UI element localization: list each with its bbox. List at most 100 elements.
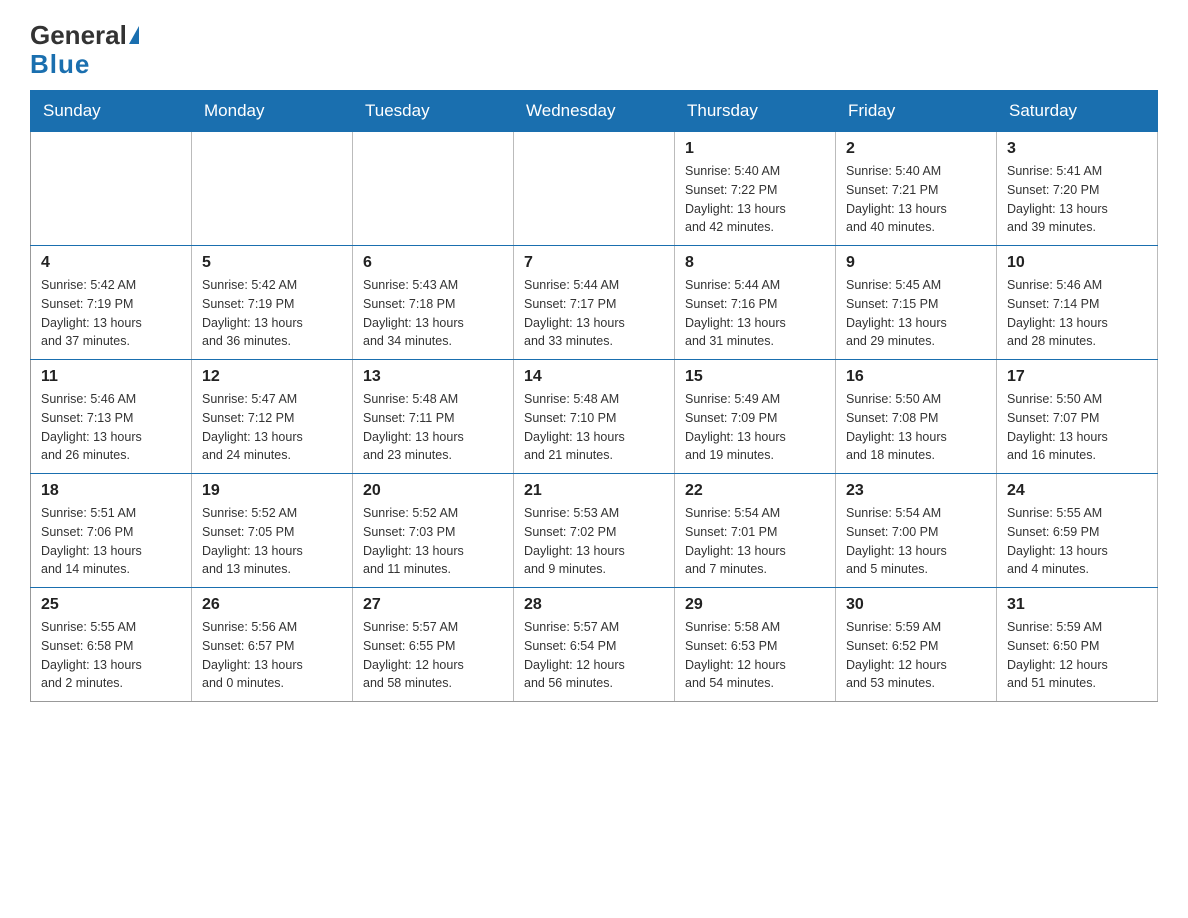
calendar-empty-cell <box>31 132 192 246</box>
weekday-header-friday: Friday <box>836 91 997 132</box>
day-number: 31 <box>1007 596 1147 614</box>
calendar-day-30: 30 Sunrise: 5:59 AMSunset: 6:52 PMDayligh… <box>836 588 997 702</box>
weekday-header-wednesday: Wednesday <box>514 91 675 132</box>
day-info: Sunrise: 5:53 AMSunset: 7:02 PMDaylight:… <box>524 504 664 579</box>
calendar-day-23: 23 Sunrise: 5:54 AMSunset: 7:00 PMDayligh… <box>836 474 997 588</box>
weekday-header-sunday: Sunday <box>31 91 192 132</box>
calendar-day-27: 27 Sunrise: 5:57 AMSunset: 6:55 PMDayligh… <box>353 588 514 702</box>
day-number: 8 <box>685 254 825 272</box>
calendar-day-19: 19 Sunrise: 5:52 AMSunset: 7:05 PMDayligh… <box>192 474 353 588</box>
calendar-day-12: 12 Sunrise: 5:47 AMSunset: 7:12 PMDayligh… <box>192 360 353 474</box>
day-number: 18 <box>41 482 181 500</box>
day-info: Sunrise: 5:57 AMSunset: 6:55 PMDaylight:… <box>363 618 503 693</box>
calendar-week-row: 11Sunrise: 5:46 AMSunset: 7:13 PMDayligh… <box>31 360 1158 474</box>
calendar-empty-cell <box>514 132 675 246</box>
day-number: 22 <box>685 482 825 500</box>
calendar-table: SundayMondayTuesdayWednesdayThursdayFrid… <box>30 90 1158 702</box>
calendar-day-8: 8 Sunrise: 5:44 AMSunset: 7:16 PMDaylight… <box>675 246 836 360</box>
calendar-day-5: 5 Sunrise: 5:42 AMSunset: 7:19 PMDaylight… <box>192 246 353 360</box>
calendar-day-21: 21Sunrise: 5:53 AMSunset: 7:02 PMDayligh… <box>514 474 675 588</box>
calendar-day-10: 10Sunrise: 5:46 AMSunset: 7:14 PMDayligh… <box>997 246 1158 360</box>
calendar-day-29: 29Sunrise: 5:58 AMSunset: 6:53 PMDayligh… <box>675 588 836 702</box>
day-info: Sunrise: 5:48 AMSunset: 7:10 PMDaylight:… <box>524 390 664 465</box>
weekday-header-monday: Monday <box>192 91 353 132</box>
calendar-day-25: 25 Sunrise: 5:55 AMSunset: 6:58 PMDayligh… <box>31 588 192 702</box>
calendar-day-17: 17 Sunrise: 5:50 AMSunset: 7:07 PMDayligh… <box>997 360 1158 474</box>
day-number: 30 <box>846 596 986 614</box>
day-number: 28 <box>524 596 664 614</box>
day-info: Sunrise: 5:40 AMSunset: 7:21 PMDaylight:… <box>846 162 986 237</box>
day-number: 4 <box>41 254 181 272</box>
calendar-header-row: SundayMondayTuesdayWednesdayThursdayFrid… <box>31 91 1158 132</box>
calendar-week-row: 1Sunrise: 5:40 AMSunset: 7:22 PMDaylight… <box>31 132 1158 246</box>
day-number: 17 <box>1007 368 1147 386</box>
day-info: Sunrise: 5:57 AMSunset: 6:54 PMDaylight:… <box>524 618 664 693</box>
day-info: Sunrise: 5:52 AMSunset: 7:05 PMDaylight:… <box>202 504 342 579</box>
day-number: 7 <box>524 254 664 272</box>
calendar-day-7: 7 Sunrise: 5:44 AMSunset: 7:17 PMDaylight… <box>514 246 675 360</box>
day-info: Sunrise: 5:50 AMSunset: 7:08 PMDaylight:… <box>846 390 986 465</box>
calendar-day-14: 14Sunrise: 5:48 AMSunset: 7:10 PMDayligh… <box>514 360 675 474</box>
calendar-day-18: 18 Sunrise: 5:51 AMSunset: 7:06 PMDayligh… <box>31 474 192 588</box>
calendar-day-9: 9Sunrise: 5:45 AMSunset: 7:15 PMDaylight… <box>836 246 997 360</box>
day-info: Sunrise: 5:40 AMSunset: 7:22 PMDaylight:… <box>685 162 825 237</box>
day-info: Sunrise: 5:54 AMSunset: 7:01 PMDaylight:… <box>685 504 825 579</box>
day-info: Sunrise: 5:50 AMSunset: 7:07 PMDaylight:… <box>1007 390 1147 465</box>
day-number: 6 <box>363 254 503 272</box>
logo: General Blue <box>30 20 139 80</box>
day-info: Sunrise: 5:55 AMSunset: 6:58 PMDaylight:… <box>41 618 181 693</box>
day-number: 24 <box>1007 482 1147 500</box>
day-info: Sunrise: 5:41 AMSunset: 7:20 PMDaylight:… <box>1007 162 1147 237</box>
day-number: 29 <box>685 596 825 614</box>
calendar-empty-cell <box>192 132 353 246</box>
day-info: Sunrise: 5:44 AMSunset: 7:16 PMDaylight:… <box>685 276 825 351</box>
day-info: Sunrise: 5:47 AMSunset: 7:12 PMDaylight:… <box>202 390 342 465</box>
day-number: 13 <box>363 368 503 386</box>
calendar-day-16: 16 Sunrise: 5:50 AMSunset: 7:08 PMDayligh… <box>836 360 997 474</box>
calendar-day-4: 4Sunrise: 5:42 AMSunset: 7:19 PMDaylight… <box>31 246 192 360</box>
day-info: Sunrise: 5:59 AMSunset: 6:50 PMDaylight:… <box>1007 618 1147 693</box>
page-header: General Blue <box>30 20 1158 80</box>
calendar-day-15: 15Sunrise: 5:49 AMSunset: 7:09 PMDayligh… <box>675 360 836 474</box>
calendar-day-20: 20 Sunrise: 5:52 AMSunset: 7:03 PMDayligh… <box>353 474 514 588</box>
calendar-day-24: 24 Sunrise: 5:55 AMSunset: 6:59 PMDayligh… <box>997 474 1158 588</box>
calendar-day-22: 22 Sunrise: 5:54 AMSunset: 7:01 PMDayligh… <box>675 474 836 588</box>
day-info: Sunrise: 5:52 AMSunset: 7:03 PMDaylight:… <box>363 504 503 579</box>
day-number: 12 <box>202 368 342 386</box>
calendar-day-1: 1Sunrise: 5:40 AMSunset: 7:22 PMDaylight… <box>675 132 836 246</box>
day-number: 19 <box>202 482 342 500</box>
day-info: Sunrise: 5:51 AMSunset: 7:06 PMDaylight:… <box>41 504 181 579</box>
day-number: 16 <box>846 368 986 386</box>
calendar-day-6: 6 Sunrise: 5:43 AMSunset: 7:18 PMDaylight… <box>353 246 514 360</box>
day-number: 23 <box>846 482 986 500</box>
day-info: Sunrise: 5:54 AMSunset: 7:00 PMDaylight:… <box>846 504 986 579</box>
weekday-header-saturday: Saturday <box>997 91 1158 132</box>
calendar-day-28: 28 Sunrise: 5:57 AMSunset: 6:54 PMDayligh… <box>514 588 675 702</box>
day-info: Sunrise: 5:42 AMSunset: 7:19 PMDaylight:… <box>202 276 342 351</box>
day-info: Sunrise: 5:43 AMSunset: 7:18 PMDaylight:… <box>363 276 503 351</box>
logo-triangle-icon <box>129 26 139 44</box>
day-number: 5 <box>202 254 342 272</box>
calendar-day-2: 2 Sunrise: 5:40 AMSunset: 7:21 PMDaylight… <box>836 132 997 246</box>
calendar-day-3: 3 Sunrise: 5:41 AMSunset: 7:20 PMDaylight… <box>997 132 1158 246</box>
day-number: 25 <box>41 596 181 614</box>
day-info: Sunrise: 5:45 AMSunset: 7:15 PMDaylight:… <box>846 276 986 351</box>
day-number: 20 <box>363 482 503 500</box>
logo-general: General <box>30 20 127 51</box>
day-info: Sunrise: 5:59 AMSunset: 6:52 PMDaylight:… <box>846 618 986 693</box>
day-number: 2 <box>846 140 986 158</box>
day-number: 27 <box>363 596 503 614</box>
calendar-week-row: 25 Sunrise: 5:55 AMSunset: 6:58 PMDayligh… <box>31 588 1158 702</box>
calendar-day-11: 11Sunrise: 5:46 AMSunset: 7:13 PMDayligh… <box>31 360 192 474</box>
day-info: Sunrise: 5:55 AMSunset: 6:59 PMDaylight:… <box>1007 504 1147 579</box>
day-info: Sunrise: 5:49 AMSunset: 7:09 PMDaylight:… <box>685 390 825 465</box>
day-number: 3 <box>1007 140 1147 158</box>
logo-text: General <box>30 20 139 51</box>
calendar-day-13: 13Sunrise: 5:48 AMSunset: 7:11 PMDayligh… <box>353 360 514 474</box>
logo-blue: Blue <box>30 49 90 80</box>
calendar-day-31: 31 Sunrise: 5:59 AMSunset: 6:50 PMDayligh… <box>997 588 1158 702</box>
weekday-header-tuesday: Tuesday <box>353 91 514 132</box>
day-info: Sunrise: 5:44 AMSunset: 7:17 PMDaylight:… <box>524 276 664 351</box>
calendar-empty-cell <box>353 132 514 246</box>
weekday-header-thursday: Thursday <box>675 91 836 132</box>
